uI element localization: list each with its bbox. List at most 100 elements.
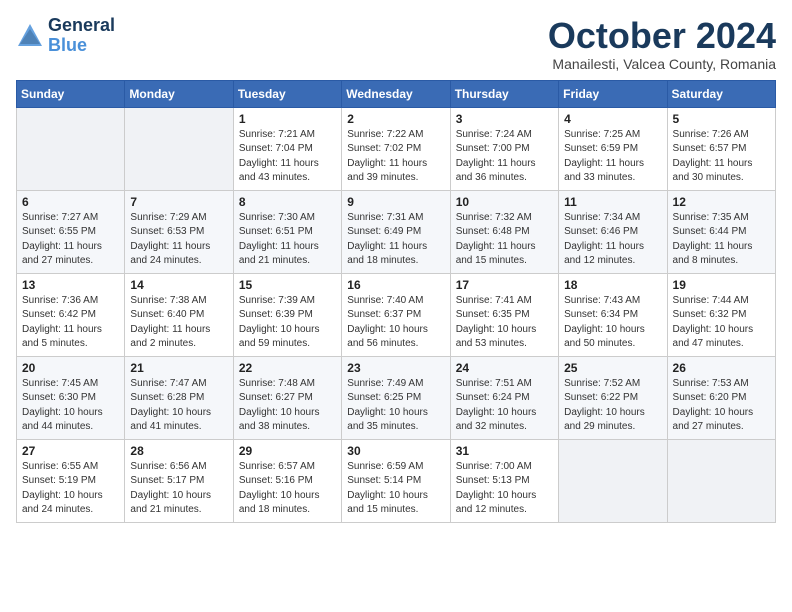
weekday-header-cell: Thursday xyxy=(450,80,558,107)
day-info: Sunrise: 7:51 AM Sunset: 6:24 PM Dayligh… xyxy=(456,377,553,435)
day-info: Sunrise: 7:39 AM Sunset: 6:39 PM Dayligh… xyxy=(239,294,336,352)
calendar-week-row: 13 Sunrise: 7:36 AM Sunset: 6:42 PM Dayli… xyxy=(17,273,776,356)
calendar-table: SundayMondayTuesdayWednesdayThursdayFrid… xyxy=(16,80,776,523)
weekday-header-cell: Monday xyxy=(125,80,233,107)
day-number: 27 xyxy=(22,444,119,458)
calendar-day-cell: 1 Sunrise: 7:21 AM Sunset: 7:04 PM Daylig… xyxy=(233,107,341,190)
calendar-day-cell: 19 Sunrise: 7:44 AM Sunset: 6:32 PM Dayli… xyxy=(667,273,775,356)
calendar-day-cell: 12 Sunrise: 7:35 AM Sunset: 6:44 PM Dayli… xyxy=(667,190,775,273)
day-number: 10 xyxy=(456,195,553,209)
day-number: 21 xyxy=(130,361,227,375)
weekday-header-row: SundayMondayTuesdayWednesdayThursdayFrid… xyxy=(17,80,776,107)
day-info: Sunrise: 7:53 AM Sunset: 6:20 PM Dayligh… xyxy=(673,377,770,435)
day-info: Sunrise: 7:29 AM Sunset: 6:53 PM Dayligh… xyxy=(130,211,227,269)
day-number: 12 xyxy=(673,195,770,209)
day-info: Sunrise: 7:52 AM Sunset: 6:22 PM Dayligh… xyxy=(564,377,661,435)
day-info: Sunrise: 7:44 AM Sunset: 6:32 PM Dayligh… xyxy=(673,294,770,352)
day-number: 23 xyxy=(347,361,444,375)
calendar-day-cell: 3Sunrise: 7:24 AM Sunset: 7:00 PM Daylig… xyxy=(450,107,558,190)
calendar-day-cell: 29 Sunrise: 6:57 AM Sunset: 5:16 PM Dayli… xyxy=(233,439,341,522)
calendar-day-cell: 20Sunrise: 7:45 AM Sunset: 6:30 PM Dayli… xyxy=(17,356,125,439)
calendar-day-cell: 10 Sunrise: 7:32 AM Sunset: 6:48 PM Dayli… xyxy=(450,190,558,273)
day-number: 19 xyxy=(673,278,770,292)
day-info: Sunrise: 7:31 AM Sunset: 6:49 PM Dayligh… xyxy=(347,211,444,269)
calendar-day-cell: 28Sunrise: 6:56 AM Sunset: 5:17 PM Dayli… xyxy=(125,439,233,522)
day-info: Sunrise: 6:56 AM Sunset: 5:17 PM Dayligh… xyxy=(130,460,227,518)
calendar-day-cell: 26 Sunrise: 7:53 AM Sunset: 6:20 PM Dayli… xyxy=(667,356,775,439)
day-number: 31 xyxy=(456,444,553,458)
day-info: Sunrise: 7:00 AM Sunset: 5:13 PM Dayligh… xyxy=(456,460,553,518)
day-info: Sunrise: 7:47 AM Sunset: 6:28 PM Dayligh… xyxy=(130,377,227,435)
calendar-day-cell: 14Sunrise: 7:38 AM Sunset: 6:40 PM Dayli… xyxy=(125,273,233,356)
day-number: 8 xyxy=(239,195,336,209)
logo-line2: Blue xyxy=(48,36,115,56)
day-number: 4 xyxy=(564,112,661,126)
day-info: Sunrise: 7:43 AM Sunset: 6:34 PM Dayligh… xyxy=(564,294,661,352)
calendar-day-cell: 31 Sunrise: 7:00 AM Sunset: 5:13 PM Dayli… xyxy=(450,439,558,522)
day-number: 17 xyxy=(456,278,553,292)
day-number: 2 xyxy=(347,112,444,126)
calendar-day-cell: 27 Sunrise: 6:55 AM Sunset: 5:19 PM Dayli… xyxy=(17,439,125,522)
calendar-day-cell: 15 Sunrise: 7:39 AM Sunset: 6:39 PM Dayli… xyxy=(233,273,341,356)
day-info: Sunrise: 7:49 AM Sunset: 6:25 PM Dayligh… xyxy=(347,377,444,435)
day-info: Sunrise: 7:40 AM Sunset: 6:37 PM Dayligh… xyxy=(347,294,444,352)
day-info: Sunrise: 7:21 AM Sunset: 7:04 PM Dayligh… xyxy=(239,128,336,186)
calendar-day-cell xyxy=(125,107,233,190)
calendar-day-cell: 18Sunrise: 7:43 AM Sunset: 6:34 PM Dayli… xyxy=(559,273,667,356)
calendar-day-cell: 22 Sunrise: 7:48 AM Sunset: 6:27 PM Dayli… xyxy=(233,356,341,439)
calendar-day-cell: 24 Sunrise: 7:51 AM Sunset: 6:24 PM Dayli… xyxy=(450,356,558,439)
day-info: Sunrise: 6:57 AM Sunset: 5:16 PM Dayligh… xyxy=(239,460,336,518)
calendar-day-cell: 7Sunrise: 7:29 AM Sunset: 6:53 PM Daylig… xyxy=(125,190,233,273)
calendar-day-cell: 21 Sunrise: 7:47 AM Sunset: 6:28 PM Dayli… xyxy=(125,356,233,439)
calendar-header: SundayMondayTuesdayWednesdayThursdayFrid… xyxy=(17,80,776,107)
day-number: 20 xyxy=(22,361,119,375)
day-number: 6 xyxy=(22,195,119,209)
day-info: Sunrise: 7:48 AM Sunset: 6:27 PM Dayligh… xyxy=(239,377,336,435)
month-title: October 2024 xyxy=(548,16,776,56)
calendar-day-cell: 5 Sunrise: 7:26 AM Sunset: 6:57 PM Daylig… xyxy=(667,107,775,190)
page-header: General Blue October 2024 Manailesti, Va… xyxy=(16,16,776,72)
day-number: 14 xyxy=(130,278,227,292)
day-number: 29 xyxy=(239,444,336,458)
calendar-day-cell: 13 Sunrise: 7:36 AM Sunset: 6:42 PM Dayli… xyxy=(17,273,125,356)
day-number: 11 xyxy=(564,195,661,209)
day-info: Sunrise: 6:55 AM Sunset: 5:19 PM Dayligh… xyxy=(22,460,119,518)
day-number: 16 xyxy=(347,278,444,292)
calendar-day-cell: 9Sunrise: 7:31 AM Sunset: 6:49 PM Daylig… xyxy=(342,190,450,273)
day-number: 5 xyxy=(673,112,770,126)
calendar-day-cell: 11Sunrise: 7:34 AM Sunset: 6:46 PM Dayli… xyxy=(559,190,667,273)
calendar-day-cell: 4 Sunrise: 7:25 AM Sunset: 6:59 PM Daylig… xyxy=(559,107,667,190)
logo-icon xyxy=(16,22,44,50)
calendar-day-cell: 16 Sunrise: 7:40 AM Sunset: 6:37 PM Dayli… xyxy=(342,273,450,356)
day-info: Sunrise: 7:32 AM Sunset: 6:48 PM Dayligh… xyxy=(456,211,553,269)
day-info: Sunrise: 7:35 AM Sunset: 6:44 PM Dayligh… xyxy=(673,211,770,269)
day-number: 1 xyxy=(239,112,336,126)
day-info: Sunrise: 7:27 AM Sunset: 6:55 PM Dayligh… xyxy=(22,211,119,269)
day-number: 15 xyxy=(239,278,336,292)
logo: General Blue xyxy=(16,16,115,56)
day-info: Sunrise: 7:25 AM Sunset: 6:59 PM Dayligh… xyxy=(564,128,661,186)
day-info: Sunrise: 7:36 AM Sunset: 6:42 PM Dayligh… xyxy=(22,294,119,352)
weekday-header-cell: Wednesday xyxy=(342,80,450,107)
weekday-header-cell: Sunday xyxy=(17,80,125,107)
day-number: 24 xyxy=(456,361,553,375)
calendar-day-cell: 8 Sunrise: 7:30 AM Sunset: 6:51 PM Daylig… xyxy=(233,190,341,273)
day-number: 13 xyxy=(22,278,119,292)
calendar-day-cell xyxy=(667,439,775,522)
title-block: October 2024 Manailesti, Valcea County, … xyxy=(548,16,776,72)
day-number: 3 xyxy=(456,112,553,126)
day-number: 30 xyxy=(347,444,444,458)
weekday-header-cell: Tuesday xyxy=(233,80,341,107)
day-number: 26 xyxy=(673,361,770,375)
location-subtitle: Manailesti, Valcea County, Romania xyxy=(548,56,776,72)
calendar-body: 1 Sunrise: 7:21 AM Sunset: 7:04 PM Daylig… xyxy=(17,107,776,522)
calendar-week-row: 6 Sunrise: 7:27 AM Sunset: 6:55 PM Daylig… xyxy=(17,190,776,273)
day-info: Sunrise: 7:26 AM Sunset: 6:57 PM Dayligh… xyxy=(673,128,770,186)
day-info: Sunrise: 7:41 AM Sunset: 6:35 PM Dayligh… xyxy=(456,294,553,352)
weekday-header-cell: Friday xyxy=(559,80,667,107)
day-info: Sunrise: 7:30 AM Sunset: 6:51 PM Dayligh… xyxy=(239,211,336,269)
calendar-day-cell: 23 Sunrise: 7:49 AM Sunset: 6:25 PM Dayli… xyxy=(342,356,450,439)
day-info: Sunrise: 7:22 AM Sunset: 7:02 PM Dayligh… xyxy=(347,128,444,186)
weekday-header-cell: Saturday xyxy=(667,80,775,107)
day-number: 22 xyxy=(239,361,336,375)
